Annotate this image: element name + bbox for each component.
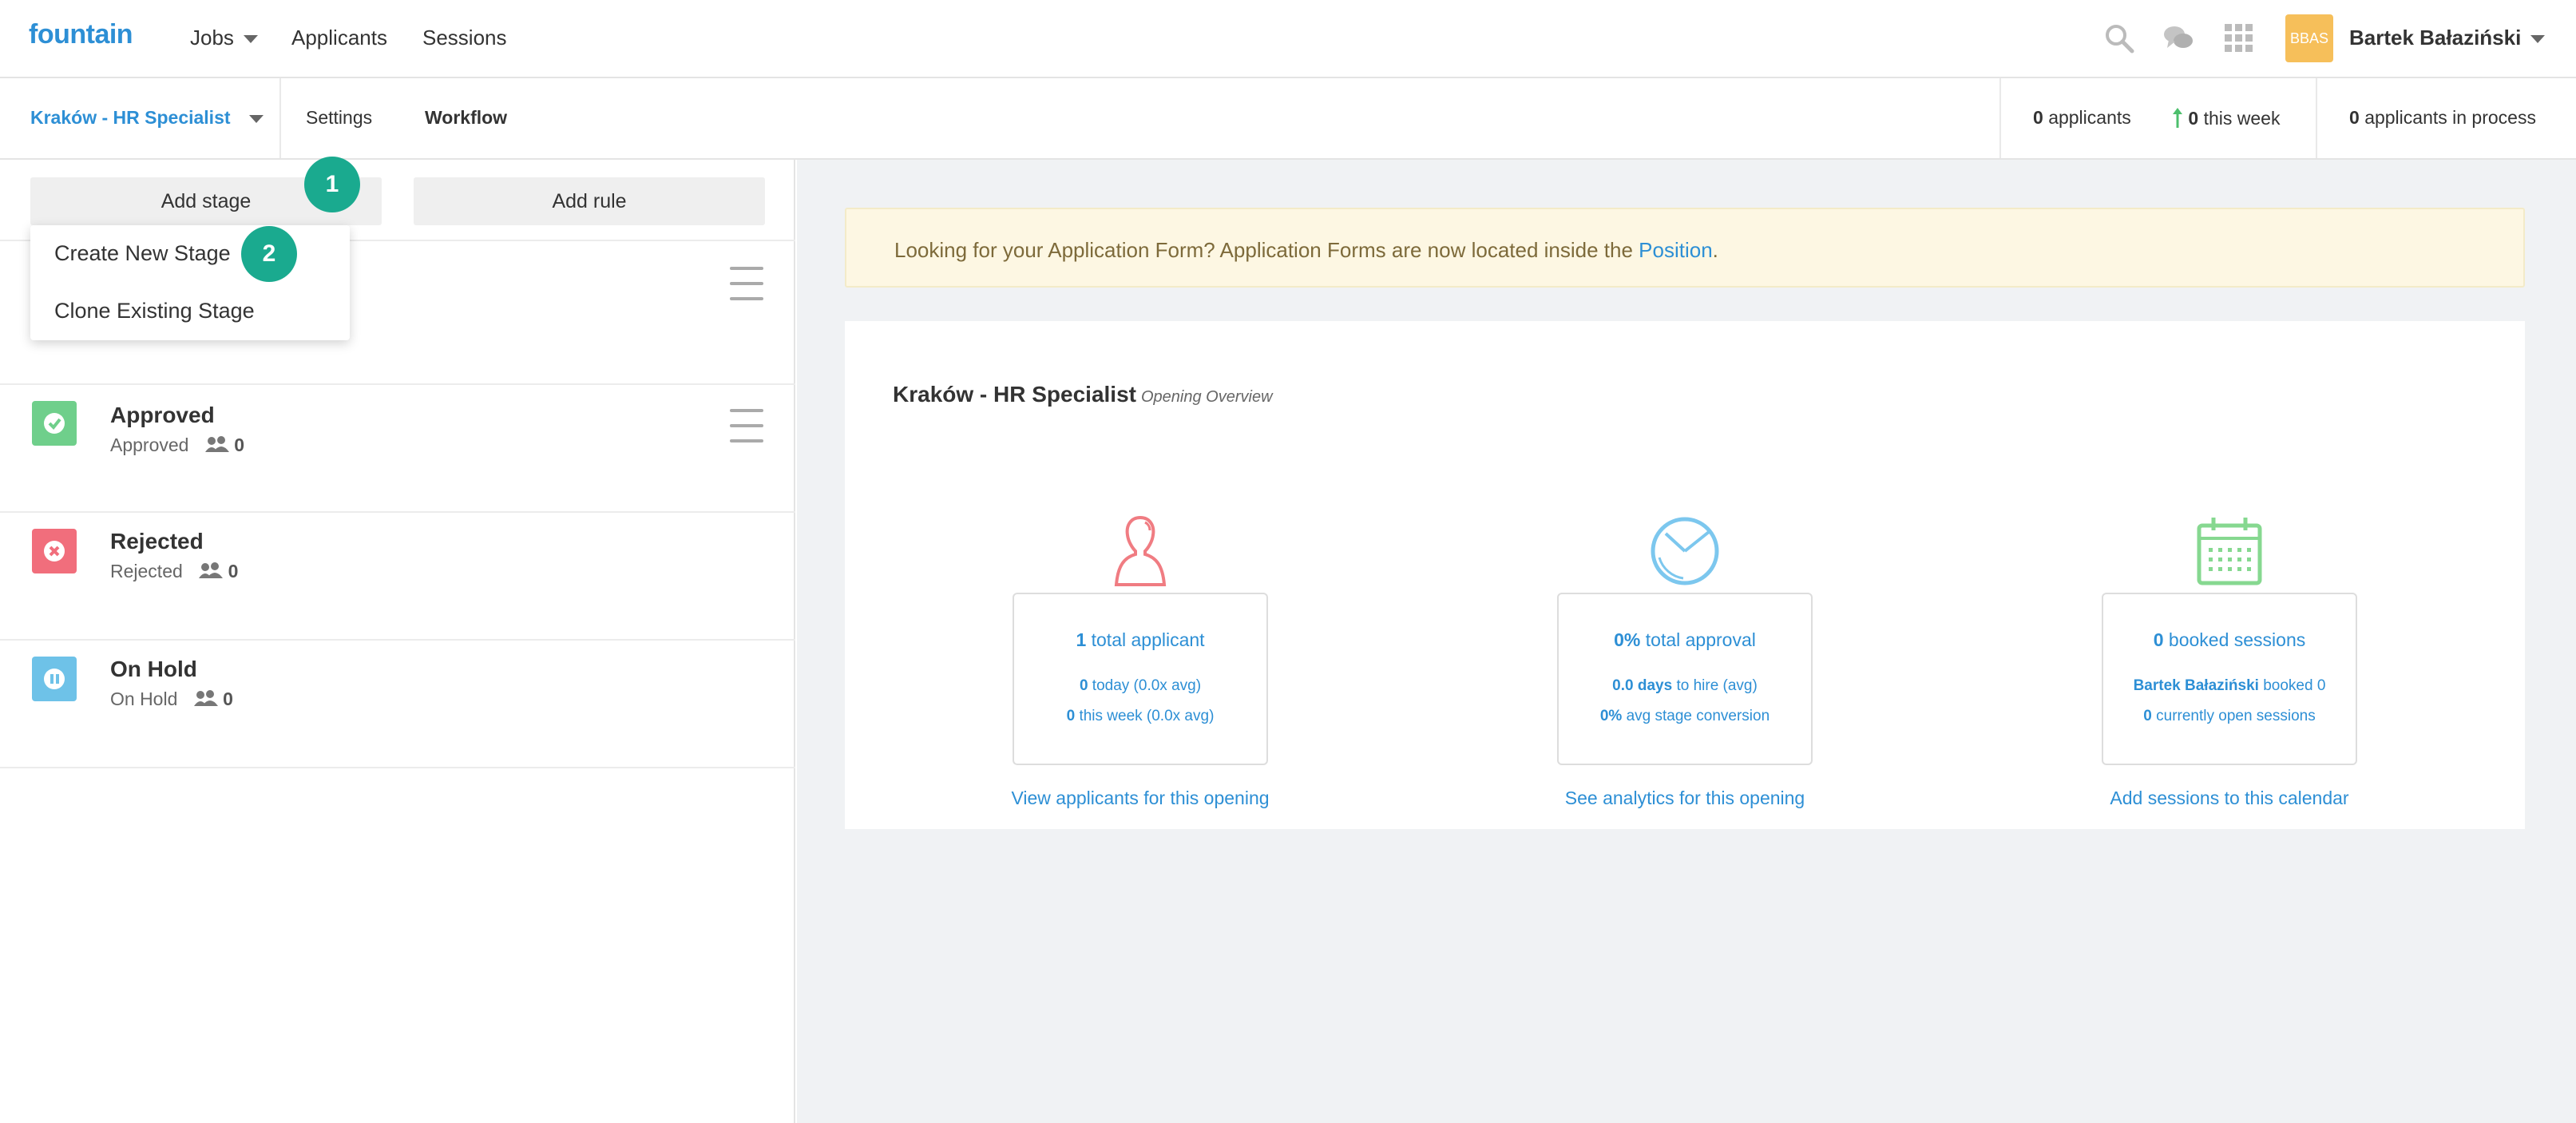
stage-title: Rejected: [110, 529, 204, 554]
pause-icon: [32, 657, 77, 701]
stage-title: On Hold: [110, 657, 197, 681]
tab-settings[interactable]: Settings: [306, 107, 372, 129]
card-line: 0 currently open sessions: [2143, 708, 2316, 724]
main-content: Looking for your Application Form? Appli…: [797, 160, 2576, 1123]
drag-handle-icon[interactable]: [730, 267, 763, 300]
stage-row-on-hold[interactable]: On Hold On Hold 0: [0, 641, 795, 768]
username-label: Bartek Bałaziński: [2349, 26, 2522, 50]
stage-subtitle: Rejected 0: [110, 561, 239, 581]
card-line: 0% avg stage conversion: [1599, 708, 1770, 724]
stage-subtitle: On Hold 0: [110, 688, 233, 709]
in-process-count: 0 applicants in process: [2349, 107, 2536, 128]
chat-icon[interactable]: [2162, 22, 2194, 54]
opening-selector[interactable]: Kraków - HR Specialist: [0, 78, 281, 158]
view-applicants-link[interactable]: View applicants for this opening: [933, 788, 1348, 809]
see-analytics-link[interactable]: See analytics for this opening: [1477, 788, 1892, 809]
create-new-stage-option[interactable]: Create New Stage: [54, 241, 231, 266]
card-line: 0 today (0.0x avg): [1079, 677, 1202, 694]
chevron-down-icon: [249, 115, 264, 123]
top-navbar: fountain Jobs Applicants Sessions BBAS B…: [0, 0, 2576, 78]
fountain-logo[interactable]: fountain: [29, 19, 133, 50]
add-sessions-link[interactable]: Add sessions to this calendar: [2022, 788, 2437, 809]
stage-title: Approved: [110, 403, 215, 427]
overview-title: Kraków - HR Specialist Opening Overview: [893, 382, 1273, 407]
stat-card: 1 total applicant 0 today (0.0x avg) 0 t…: [1013, 593, 1268, 765]
step-badge: 2: [241, 226, 297, 282]
opening-subnav: Kraków - HR Specialist Settings Workflow…: [0, 78, 2576, 160]
opening-name: Kraków - HR Specialist: [30, 107, 231, 128]
step-badge: 1: [304, 157, 360, 212]
stat-card: 0% total approval 0.0 days to hire (avg)…: [1557, 593, 1813, 765]
drag-handle-icon[interactable]: [730, 409, 763, 442]
users-icon: [199, 562, 224, 578]
person-icon: [1114, 515, 1167, 586]
tab-workflow[interactable]: Workflow: [425, 107, 507, 129]
nav-applicants[interactable]: Applicants: [291, 26, 387, 50]
users-icon: [204, 436, 229, 452]
opening-overview: Kraków - HR Specialist Opening Overview 1…: [845, 321, 2525, 829]
x-icon: [32, 529, 77, 573]
arrow-up-icon: [2173, 108, 2182, 128]
card-title: 0 booked sessions: [2153, 629, 2306, 650]
banner-text: Looking for your Application Form? Appli…: [894, 238, 1718, 262]
card-title: 1 total applicant: [1076, 629, 1205, 650]
info-banner: Looking for your Application Form? Appli…: [845, 208, 2525, 288]
search-icon[interactable]: [2103, 22, 2135, 54]
clone-existing-stage-option[interactable]: Clone Existing Stage: [54, 299, 255, 323]
nav-jobs[interactable]: Jobs: [190, 26, 258, 50]
applicants-count: 0 applicants: [2033, 107, 2131, 128]
calendar-icon: [2197, 518, 2262, 585]
position-link[interactable]: Position: [1639, 238, 1713, 262]
card-title: 0% total approval: [1614, 629, 1756, 650]
stage-subtitle: Approved 0: [110, 435, 245, 455]
nav-jobs-label: Jobs: [190, 26, 234, 50]
card-line: 0 this week (0.0x avg): [1066, 708, 1215, 724]
users-icon: [193, 690, 218, 706]
apps-grid-icon[interactable]: [2223, 22, 2255, 54]
in-process-stats: 0 applicants in process: [2316, 78, 2576, 158]
chevron-down-icon: [2530, 35, 2546, 44]
week-count: 0 this week: [2172, 107, 2280, 129]
nav-sessions[interactable]: Sessions: [422, 26, 507, 50]
card-line: Bartek Bałaziński booked 0: [2133, 677, 2326, 694]
stat-card: 0 booked sessions Bartek Bałaziński book…: [2102, 593, 2357, 765]
add-stage-dropdown: Create New Stage Clone Existing Stage: [30, 225, 350, 340]
applicants-stats: 0 applicants 0 this week: [1999, 78, 2316, 158]
add-rule-button[interactable]: Add rule: [414, 177, 765, 225]
stage-row-rejected[interactable]: Rejected Rejected 0: [0, 513, 795, 641]
card-line: 0.0 days to hire (avg): [1612, 677, 1758, 694]
pie-chart-icon: [1651, 517, 1719, 585]
chevron-down-icon: [243, 35, 258, 44]
user-menu[interactable]: Bartek Bałaziński: [2349, 26, 2546, 50]
avatar[interactable]: BBAS: [2285, 14, 2333, 62]
stage-row-approved[interactable]: Approved Approved 0: [0, 385, 795, 513]
check-icon: [32, 401, 77, 446]
